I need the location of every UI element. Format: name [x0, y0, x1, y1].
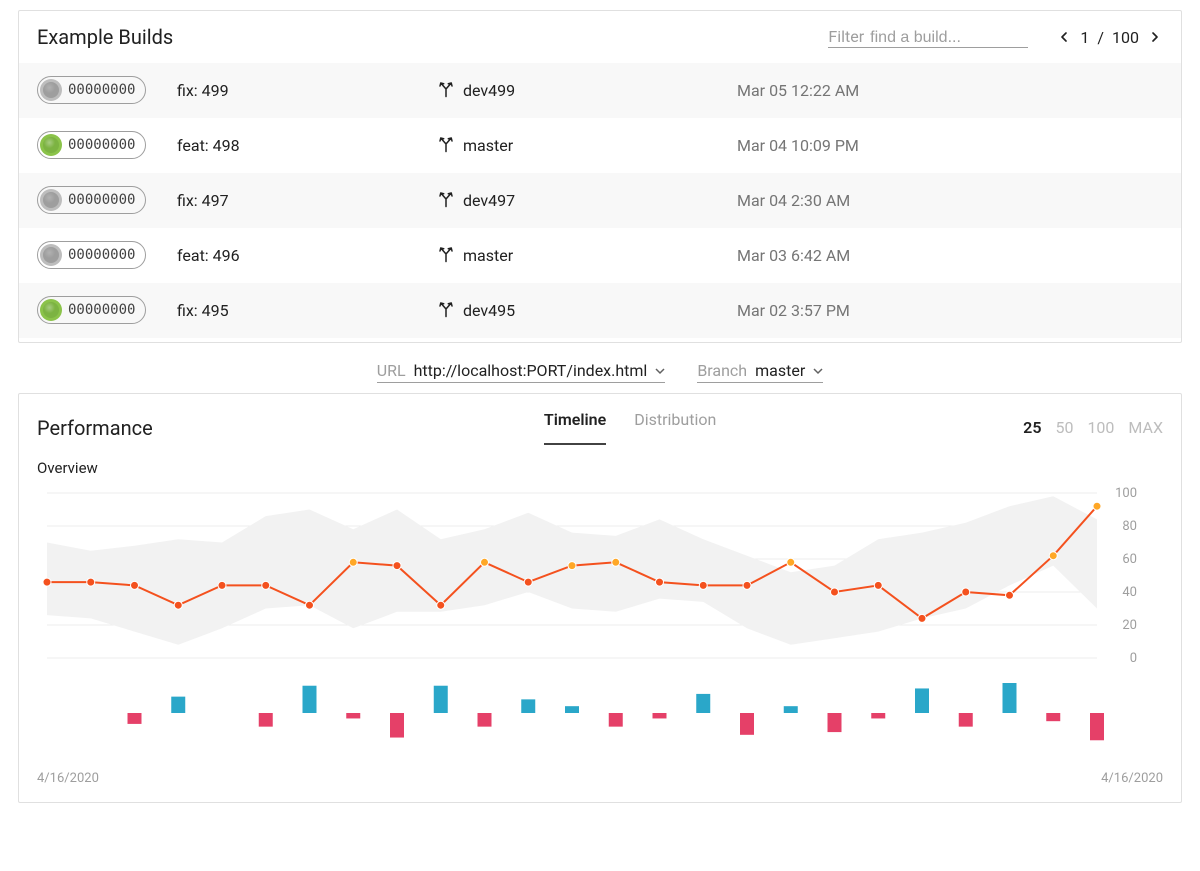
commit-message: feat: 496 [177, 246, 437, 265]
commit-chip[interactable]: 00000000 [37, 296, 146, 324]
page-total: 100 [1112, 28, 1139, 47]
commit-message: feat: 498 [177, 136, 437, 155]
chevron-right-icon[interactable] [1147, 29, 1163, 45]
filter-input[interactable] [870, 29, 990, 47]
commit-message: fix: 499 [177, 81, 437, 100]
branch-label: Branch [697, 361, 747, 380]
filter-field[interactable]: Filter [828, 27, 1028, 48]
overview-chart: 0 20 40 60 80 100 [19, 483, 1181, 767]
avatar-icon [40, 299, 62, 321]
svg-text:0: 0 [1130, 651, 1137, 666]
build-row[interactable]: 00000000 feat: 498 master Mar 04 10:09 PM [19, 118, 1181, 173]
svg-text:80: 80 [1122, 519, 1137, 534]
tab-distribution[interactable]: Distribution [634, 410, 716, 445]
branch-name: master [463, 136, 513, 155]
builds-list: 00000000fix: 499dev499Mar 05 12:22 AM000… [19, 63, 1181, 342]
build-time: Mar 04 10:09 PM [737, 136, 859, 155]
performance-header: Performance Timeline Distribution 25 50 … [19, 394, 1181, 445]
build-time: Mar 04 2:30 AM [737, 191, 850, 210]
range-100[interactable]: 100 [1087, 418, 1114, 437]
performance-tabs: Timeline Distribution [237, 410, 1023, 445]
url-value: http://localhost:PORT/index.html [414, 361, 648, 380]
commit-chip[interactable]: 00000000 [37, 76, 146, 104]
commit-hash: 00000000 [68, 137, 135, 153]
range-selector: 25 50 100 MAX [1023, 418, 1163, 437]
avatar-icon [40, 79, 62, 101]
url-label: URL [377, 361, 406, 380]
branch-name: dev499 [463, 81, 515, 100]
chevron-left-icon[interactable] [1056, 29, 1072, 45]
avatar-icon [40, 189, 62, 211]
branch-icon [437, 135, 455, 157]
caret-down-icon [655, 361, 665, 371]
pagination: 1 / 100 [1056, 28, 1163, 47]
url-selector[interactable]: URL http://localhost:PORT/index.html [377, 361, 666, 383]
overview-label: Overview [19, 445, 1181, 483]
caret-down-icon [813, 361, 823, 371]
builds-card: Example Builds Filter 1 / 100 00000000 fi… [18, 10, 1182, 343]
build-row[interactable]: 00000000 fix: 499 dev499 Mar 05 12:22 AM [19, 63, 1181, 118]
date-end: 4/16/2020 [1101, 771, 1163, 786]
build-row[interactable]: 00000000 feat: 496 master Mar 03 6:42 AM [19, 228, 1181, 283]
build-time: Mar 05 12:22 AM [737, 81, 859, 100]
avatar-icon [40, 244, 62, 266]
commit-message: fix: 497 [177, 191, 437, 210]
branch-value: master [755, 361, 805, 380]
svg-text:20: 20 [1122, 618, 1137, 633]
branch-icon [437, 245, 455, 267]
builds-header: Example Builds Filter 1 / 100 [19, 11, 1181, 63]
commit-hash: 00000000 [68, 82, 135, 98]
commit-hash: 00000000 [68, 192, 135, 208]
commit-chip[interactable]: 00000000 [37, 186, 146, 214]
range-max[interactable]: MAX [1128, 418, 1163, 437]
avatar-icon [40, 134, 62, 156]
build-time: Mar 03 6:42 AM [737, 246, 850, 265]
range-25[interactable]: 25 [1023, 418, 1041, 437]
commit-hash: 00000000 [68, 247, 135, 263]
performance-card: Performance Timeline Distribution 25 50 … [18, 393, 1182, 803]
build-row[interactable]: 00000000 fix: 497 dev497 Mar 04 2:30 AM [19, 173, 1181, 228]
commit-chip[interactable]: 00000000 [37, 131, 146, 159]
branch-icon [437, 80, 455, 102]
date-start: 4/16/2020 [37, 771, 99, 786]
branch-icon [437, 190, 455, 212]
branch-name: dev497 [463, 191, 515, 210]
branch-name: master [463, 246, 513, 265]
svg-text:60: 60 [1122, 552, 1137, 567]
chart-x-dates: 4/16/2020 4/16/2020 [19, 767, 1181, 802]
builds-title: Example Builds [37, 25, 173, 49]
commit-chip[interactable]: 00000000 [37, 241, 146, 269]
commit-hash: 00000000 [68, 302, 135, 318]
svg-text:40: 40 [1122, 585, 1137, 600]
build-row[interactable]: 00000000 fix: 495 dev495 Mar 02 3:57 PM [19, 283, 1181, 338]
tab-timeline[interactable]: Timeline [544, 410, 606, 445]
range-50[interactable]: 50 [1055, 418, 1073, 437]
branch-selector[interactable]: Branch master [697, 361, 823, 383]
branch-icon [437, 300, 455, 322]
commit-message: fix: 495 [177, 301, 437, 320]
svg-text:100: 100 [1115, 486, 1137, 501]
selectors-row: URL http://localhost:PORT/index.html Bra… [0, 361, 1200, 383]
branch-name: dev495 [463, 301, 515, 320]
page-current: 1 [1080, 28, 1089, 47]
filter-label: Filter [828, 27, 864, 46]
performance-title: Performance [37, 416, 237, 440]
build-time: Mar 02 3:57 PM [737, 301, 850, 320]
